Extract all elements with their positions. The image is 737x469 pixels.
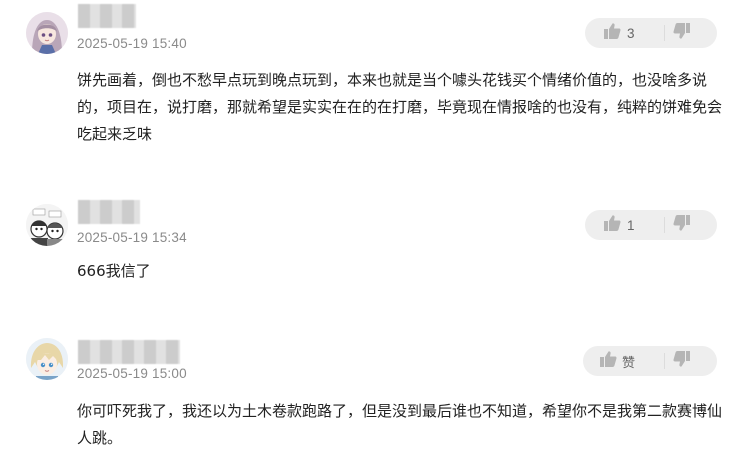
vote-divider xyxy=(664,25,665,41)
comic-avatar-icon xyxy=(26,204,68,246)
thumbs-down-icon xyxy=(673,214,691,236)
timestamp: 2025-05-19 15:40 xyxy=(77,36,187,51)
thumbs-up-icon xyxy=(603,214,621,236)
avatar[interactable] xyxy=(26,204,68,246)
avatar[interactable] xyxy=(26,12,68,54)
upvote-button[interactable]: 赞 xyxy=(599,346,635,376)
timestamp: 2025-05-19 15:00 xyxy=(77,366,187,381)
upvote-button[interactable]: 3 xyxy=(603,18,635,48)
vote-group: 3 xyxy=(585,18,717,48)
vote-group: 赞 xyxy=(583,346,717,376)
username[interactable] xyxy=(78,340,180,364)
downvote-button[interactable] xyxy=(673,346,691,376)
comment-text: 饼先画着，倒也不愁早点玩到晚点玩到，本来也就是当个噱头花钱买个情绪价值的，也没啥… xyxy=(77,71,723,143)
thumbs-down-icon xyxy=(673,350,691,372)
thumbs-down-icon xyxy=(673,22,691,44)
downvote-button[interactable] xyxy=(673,18,691,48)
upvote-count: 1 xyxy=(627,217,635,233)
username[interactable] xyxy=(78,200,140,224)
vote-divider xyxy=(664,217,665,233)
upvote-label: 赞 xyxy=(622,355,636,371)
anime-boy-avatar-icon xyxy=(26,338,68,380)
anime-girl-avatar-icon xyxy=(26,12,68,54)
upvote-button[interactable]: 1 xyxy=(603,210,635,240)
upvote-count: 3 xyxy=(627,25,635,41)
comment-text: 666我信了 xyxy=(77,262,151,280)
timestamp: 2025-05-19 15:34 xyxy=(77,230,187,245)
thumbs-up-icon xyxy=(603,22,621,44)
vote-group: 1 xyxy=(585,210,717,240)
thumbs-up-icon xyxy=(599,350,617,372)
comment-text: 你可吓死我了，我还以为土木卷款跑路了，但是没到最后谁也不知道，希望你不是我第二款… xyxy=(77,402,723,447)
avatar[interactable] xyxy=(26,338,68,380)
username[interactable] xyxy=(78,4,136,28)
vote-divider xyxy=(664,353,665,369)
downvote-button[interactable] xyxy=(673,210,691,240)
